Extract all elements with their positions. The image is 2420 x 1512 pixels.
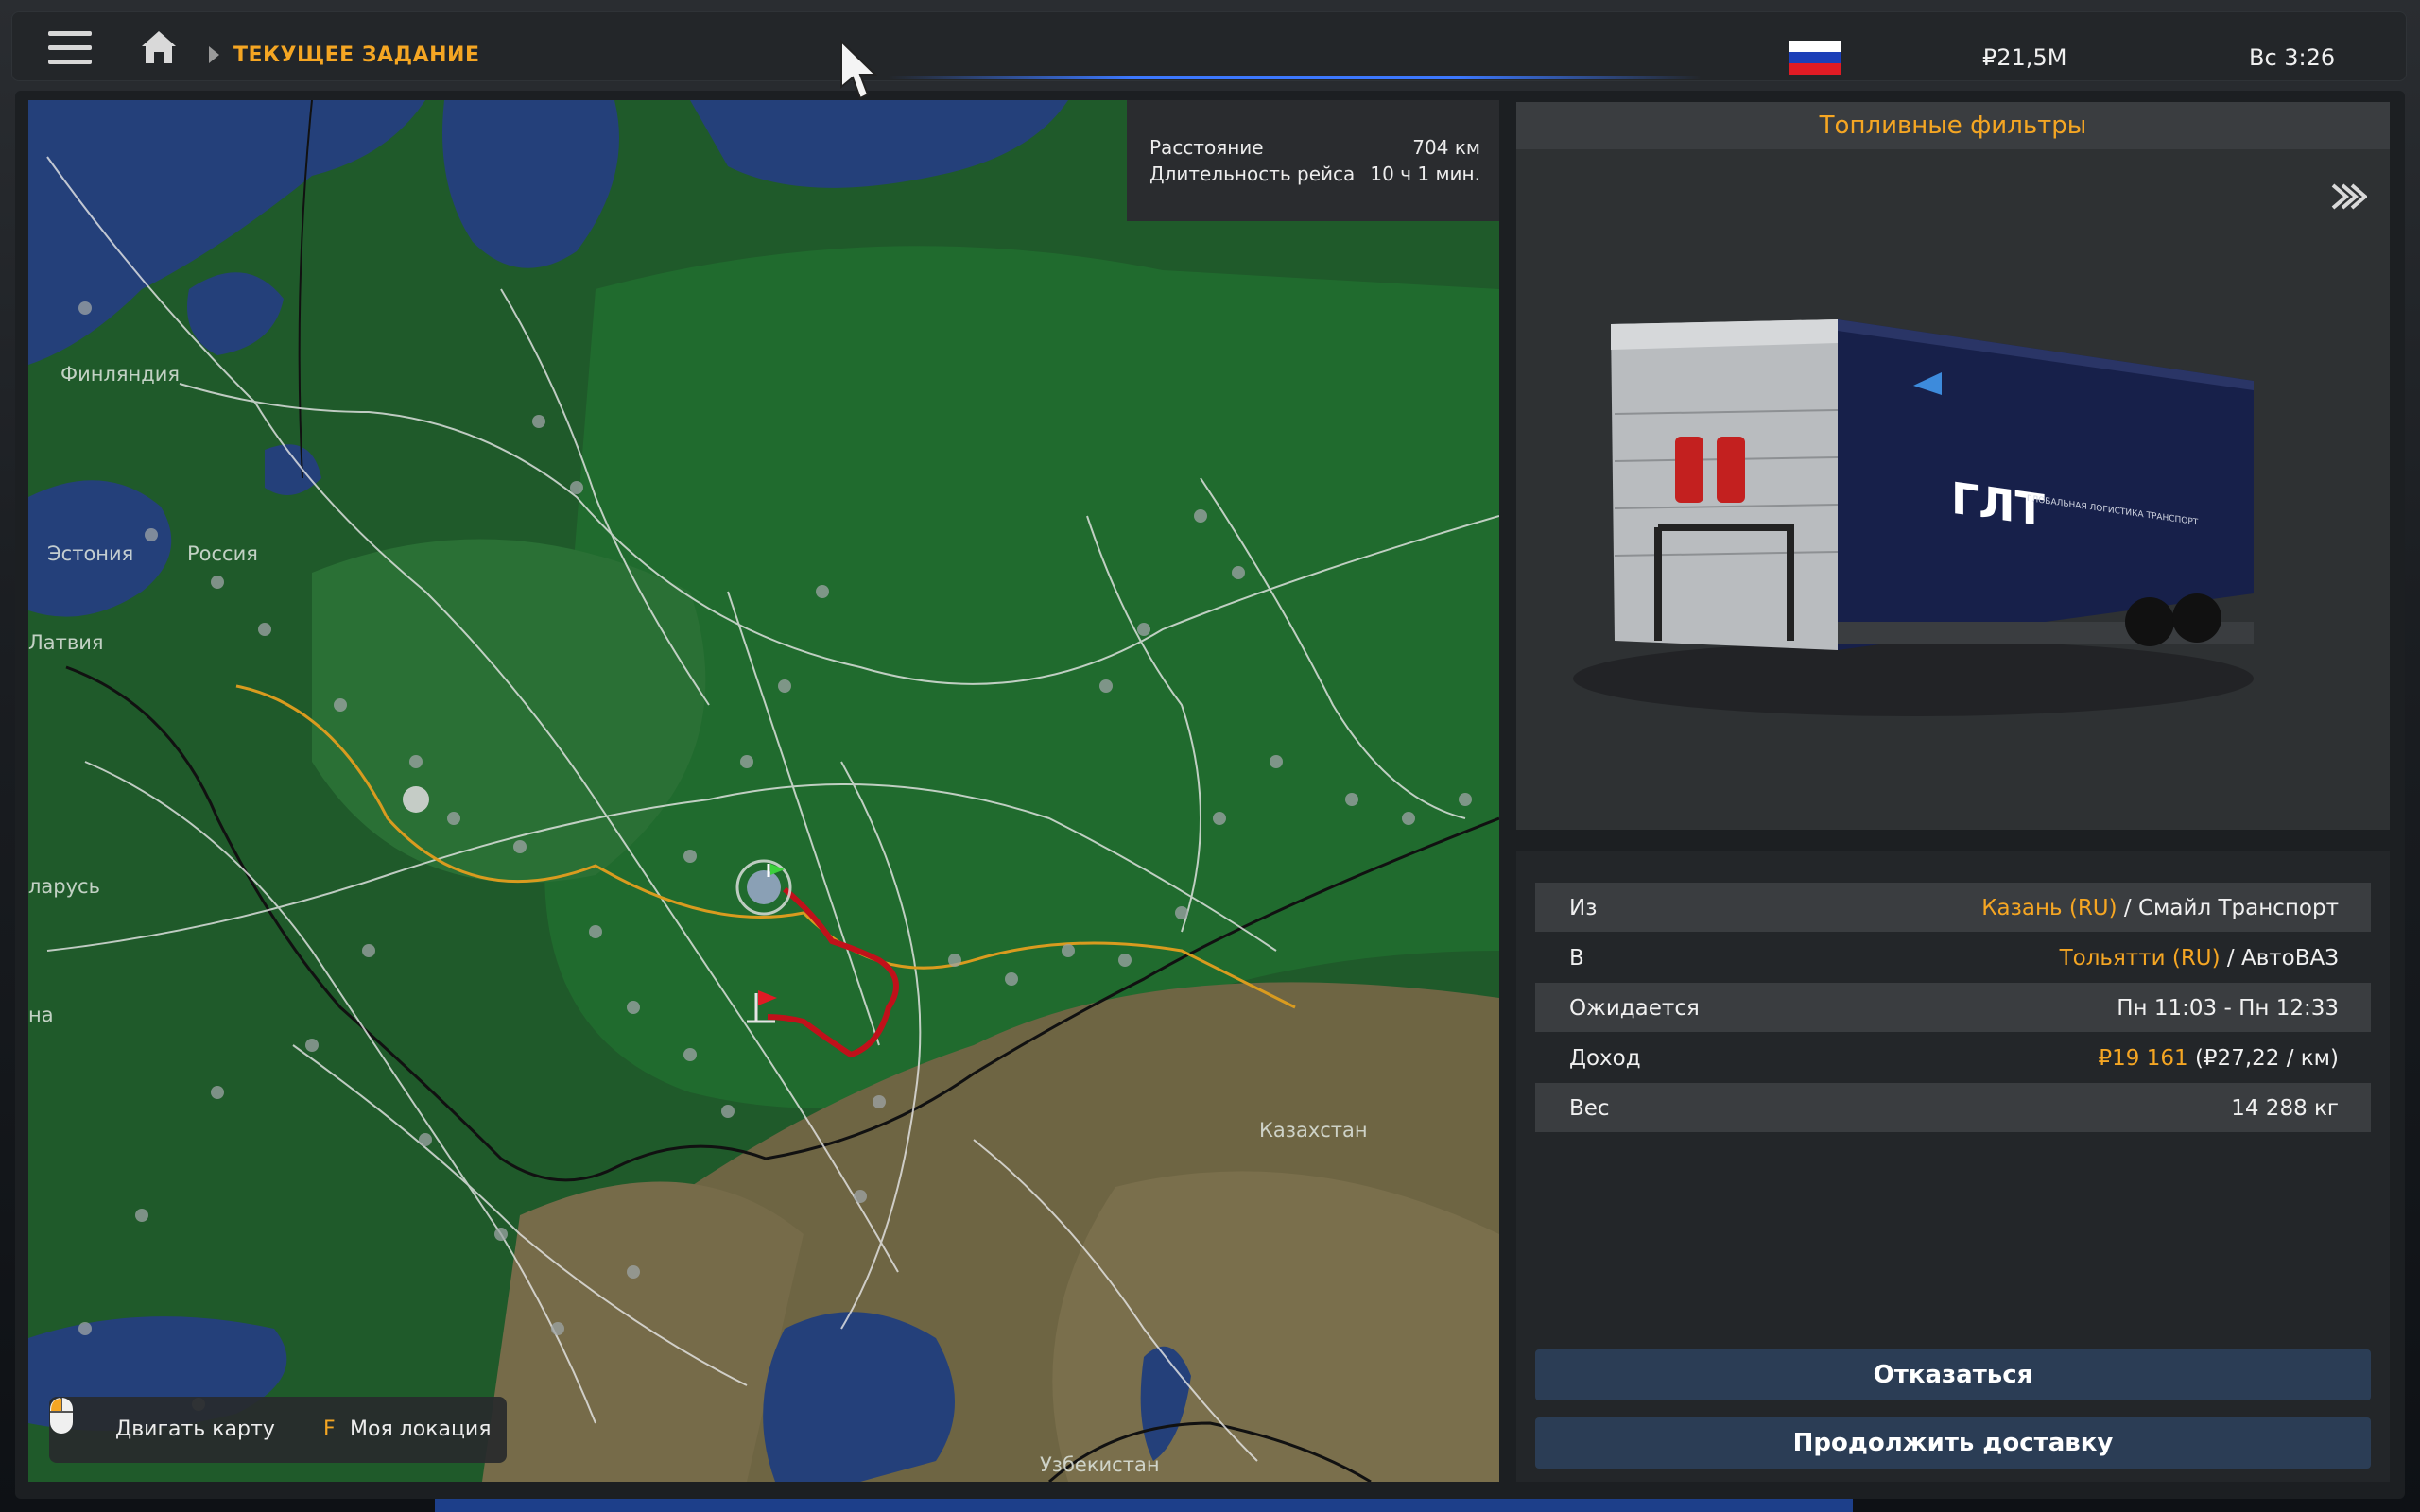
top-bar: ТЕКУЩЕЕ ЗАДАНИЕ ₽21,5M Вс 3:26 (11, 11, 2407, 81)
country-label-belarus: ларусь (28, 875, 100, 898)
detail-row-expected: Ожидается Пн 11:03 - Пн 12:33 (1535, 983, 2371, 1032)
breadcrumb-chevron-icon (209, 46, 219, 63)
country-label-partial: на (28, 1004, 54, 1026)
detail-row-from: Из Казань (RU) / Смайл Транспорт (1535, 883, 2371, 932)
income-amount: ₽19 161 (2098, 1046, 2188, 1071)
duration-label: Длительность рейса (1150, 163, 1356, 185)
expected-value: Пн 11:03 - Пн 12:33 (2117, 996, 2339, 1021)
from-label: Из (1569, 896, 1598, 920)
income-rate: (₽27,22 / км) (2187, 1046, 2339, 1071)
mouse-cursor-icon (840, 40, 877, 100)
weight-value: 14 288 кг (2231, 1096, 2339, 1121)
detail-row-to: В Тольятти (RU) / АвтоВАЗ (1535, 933, 2371, 982)
to-city: Тольятти (RU) (2059, 946, 2221, 971)
russia-flag-icon (1789, 41, 1841, 75)
to-value: Тольятти (RU) / АвтоВАЗ (2060, 946, 2339, 971)
country-label-estonia: Эстония (47, 542, 134, 565)
loading-indicator (889, 76, 1702, 79)
detail-row-income: Доход ₽19 161 (₽27,22 / км) (1535, 1033, 2371, 1082)
trailer-preview: ГЛТ ГЛОБАЛЬНАЯ ЛОГИСТИКА ТРАНСПОРТ (1516, 149, 2390, 830)
decline-button[interactable]: Отказаться (1535, 1349, 2371, 1400)
continue-delivery-button[interactable]: Продолжить доставку (1535, 1418, 2371, 1469)
decline-button-label: Отказаться (1873, 1361, 2033, 1389)
cargo-name: Топливные фильтры (1819, 112, 2087, 140)
country-label-finland: Финляндия (60, 363, 181, 386)
map-controls-hint: Двигать карту F Моя локация (49, 1397, 507, 1463)
breadcrumb-current-job: ТЕКУЩЕЕ ЗАДАНИЕ (233, 43, 480, 67)
cargo-title-bar: Топливные фильтры (1516, 102, 2390, 149)
from-company: / Смайл Транспорт (2117, 896, 2339, 920)
country-label-russia: Россия (187, 542, 258, 565)
route-info-box: Расстояние 704 км Длительность рейса 10 … (1127, 100, 1499, 221)
distance-label: Расстояние (1150, 136, 1264, 159)
location-key-hint: F (323, 1418, 336, 1441)
money-balance: ₽21,5M (1982, 44, 2067, 71)
duration-value: 10 ч 1 мин. (1370, 163, 1480, 185)
from-city: Казань (RU) (1981, 896, 2118, 920)
country-label-uzbekistan: Узбекистан (1040, 1453, 1160, 1476)
job-details: Из Казань (RU) / Смайл Транспорт В Толья… (1516, 850, 2390, 1482)
income-value: ₽19 161 (₽27,22 / км) (2099, 1046, 2339, 1071)
income-label: Доход (1569, 1046, 1641, 1071)
expected-label: Ожидается (1569, 996, 1700, 1021)
country-label-kazakhstan: Казахстан (1259, 1119, 1368, 1142)
detail-row-weight: Вес 14 288 кг (1535, 1083, 2371, 1132)
move-map-hint: Двигать карту (115, 1418, 275, 1441)
game-clock: Вс 3:26 (2249, 44, 2336, 71)
fast-forward-icon[interactable] (2329, 180, 2367, 214)
mouse-icon (50, 1398, 73, 1434)
trailer-image: ГЛТ ГЛОБАЛЬНАЯ ЛОГИСТИКА ТРАНСПОРТ (1573, 319, 2254, 716)
route-map[interactable]: Финляндия Эстония Россия Латвия ларусь н… (28, 100, 1499, 1482)
distance-value: 704 км (1412, 136, 1480, 159)
to-company: / АвтоВАЗ (2220, 946, 2339, 971)
weight-label: Вес (1569, 1096, 1610, 1121)
to-label: В (1569, 946, 1584, 971)
map-terrain (28, 100, 1499, 1482)
from-value: Казань (RU) / Смайл Транспорт (1981, 896, 2339, 920)
my-location-hint[interactable]: Моя локация (350, 1418, 491, 1441)
hamburger-menu-icon[interactable] (48, 31, 92, 65)
country-label-latvia: Латвия (28, 631, 104, 654)
home-icon[interactable] (139, 27, 179, 67)
continue-delivery-label: Продолжить доставку (1792, 1429, 2114, 1457)
